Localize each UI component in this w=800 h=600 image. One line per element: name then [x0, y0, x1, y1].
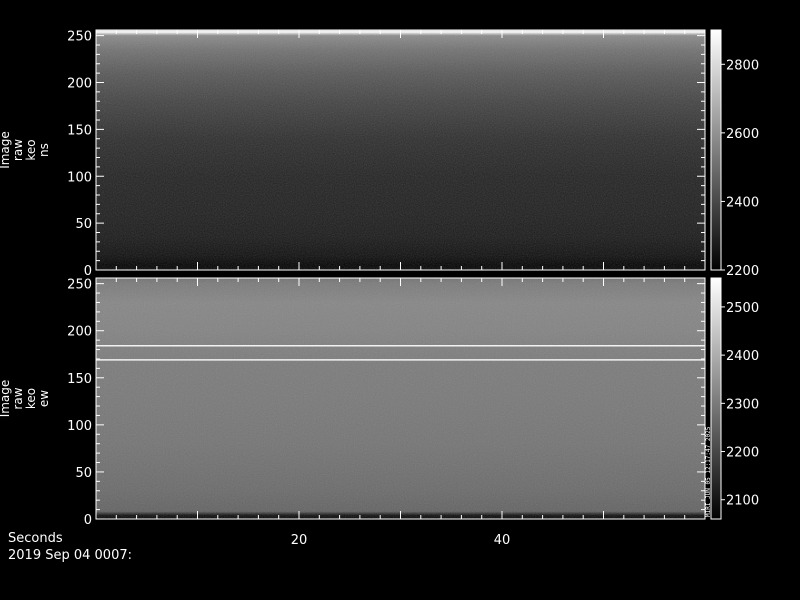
colorbar-tick-label: 2400: [726, 195, 759, 210]
y-axis-label: keo: [24, 139, 38, 160]
colorbar-tick-label: 2100: [726, 494, 759, 509]
y-tick-label: 250: [67, 30, 92, 45]
y-tick-label: 200: [67, 325, 92, 340]
date-label: 2019 Sep 04 0007:: [8, 548, 132, 563]
y-tick-label: 100: [67, 419, 92, 434]
keogram-noise: [96, 278, 705, 519]
y-tick-label: 50: [75, 466, 92, 481]
colorbar-tick-label: 2800: [726, 58, 759, 73]
y-tick-label: 0: [84, 513, 92, 528]
y-tick-label: 200: [67, 77, 92, 92]
colorbar-tick-label: 2200: [726, 446, 759, 461]
y-tick-label: 250: [67, 278, 92, 293]
y-axis-label: raw: [11, 139, 25, 161]
panel-ns: 050100150200250Image raw keo ns220024002600…: [0, 29, 759, 279]
y-axis-label: ew: [37, 390, 51, 407]
colorbar: [710, 29, 722, 271]
x-axis-label: Seconds: [8, 531, 63, 546]
panel-ew: 050100150200250Image raw keo ew210022002300…: [0, 277, 759, 528]
colorbar-tick-label: 2400: [726, 349, 759, 364]
y-axis-label: raw: [11, 387, 25, 409]
y-tick-label: 150: [67, 123, 92, 138]
colorbar: [710, 277, 722, 520]
y-tick-label: 50: [75, 217, 92, 232]
y-axis-label: ns: [37, 143, 51, 157]
timestamp-annotation: MIRI JUN 05 12:17:47 2025: [705, 426, 712, 517]
y-tick-label: 150: [67, 372, 92, 387]
y-axis-label: keo: [24, 388, 38, 409]
y-tick-label: 100: [67, 170, 92, 185]
keogram-noise: [96, 30, 705, 270]
x-tick-label: 40: [494, 533, 511, 548]
x-tick-label: 20: [291, 533, 308, 548]
colorbar-tick-label: 2300: [726, 397, 759, 412]
keogram-chart: 050100150200250Image raw keo ns220024002600…: [0, 29, 759, 548]
colorbar-tick-label: 2200: [726, 264, 759, 279]
colorbar-tick-label: 2500: [726, 301, 759, 316]
colorbar-tick-label: 2600: [726, 127, 759, 142]
